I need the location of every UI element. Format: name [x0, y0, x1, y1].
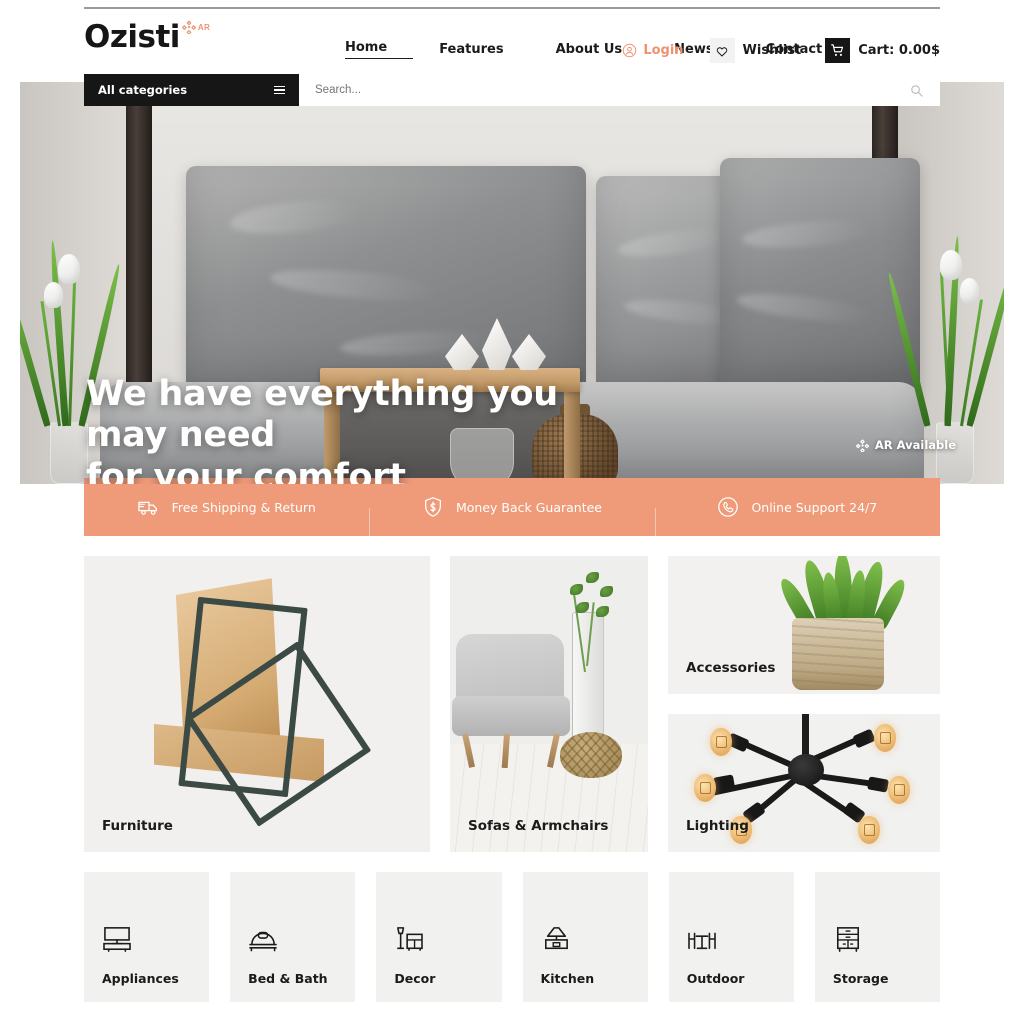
search-bar: All categories: [84, 74, 940, 106]
search-input[interactable]: [315, 84, 864, 96]
tile-decor-label: Decor: [394, 971, 436, 986]
ar-available-label: AR Available: [874, 438, 956, 452]
user-circle-icon: [623, 43, 637, 58]
ar-cube-icon: [181, 20, 196, 34]
cart-label: Cart: 0.00$: [858, 43, 940, 58]
ar-available-badge[interactable]: AR Available: [855, 438, 956, 452]
cart-button[interactable]: Cart: 0.00$: [825, 38, 940, 63]
tile-kitchen-label: Kitchen: [540, 971, 595, 986]
category-grid: Furniture Sofas & Armchairs Accessories …: [84, 556, 940, 852]
category-card-sofas[interactable]: Sofas & Armchairs: [450, 556, 648, 852]
hero-banner: We have everything you may need for your…: [20, 82, 1004, 484]
feature-free-shipping[interactable]: Free Shipping & Return: [84, 496, 369, 518]
category-right-column: Accessories Lighting: [668, 556, 940, 852]
tile-outdoor[interactable]: Outdoor: [668, 872, 794, 1002]
wishlist-button[interactable]: Wishlist: [709, 38, 802, 63]
phone-icon: [718, 497, 739, 517]
tile-appliances-label: Appliances: [102, 971, 179, 986]
category-card-accessories[interactable]: Accessories: [668, 556, 940, 694]
search-field[interactable]: [299, 74, 940, 106]
tile-storage-label: Storage: [832, 971, 889, 986]
brand-logo[interactable]: Ozisti AR: [84, 19, 211, 55]
hero-title-line-2: for your comfort: [86, 456, 406, 484]
tile-bed-and-bath[interactable]: Bed & Bath: [230, 872, 356, 1002]
cart-icon-box: [825, 38, 851, 63]
tulip-decoration-right: [885, 122, 1004, 484]
tile-storage[interactable]: Storage: [814, 872, 941, 1002]
category-tiles-row: Appliances Bed & Bath Decor Kitchen Outd…: [84, 872, 941, 1002]
feature-online-support-label: Online Support 24/7: [751, 499, 878, 515]
category-dropdown-label: All categories: [98, 83, 188, 97]
features-bar: Free Shipping & Return Money Back Guaran…: [84, 478, 940, 542]
category-card-furniture[interactable]: Furniture: [84, 556, 430, 852]
category-card-sofas-label: Sofas & Armchairs: [468, 818, 609, 834]
category-card-lighting-label: Lighting: [686, 818, 749, 834]
hero-copy: We have everything you may need for your…: [86, 374, 646, 484]
tile-outdoor-label: Outdoor: [686, 971, 745, 986]
brand-ar-badge: AR: [181, 20, 211, 34]
tile-kitchen[interactable]: Kitchen: [522, 872, 648, 1002]
login-label: Login: [643, 43, 684, 58]
feature-money-back[interactable]: Money Back Guarantee: [369, 496, 654, 542]
heart-icon-box: [709, 38, 735, 63]
heart-icon: [716, 46, 728, 56]
feature-money-back-label: Money Back Guarantee: [455, 499, 602, 515]
nav-item-features[interactable]: Features: [413, 42, 529, 57]
feature-free-shipping-label: Free Shipping & Return: [171, 499, 316, 515]
tile-decor[interactable]: Decor: [376, 872, 502, 1002]
tile-bed-and-bath-label: Bed & Bath: [248, 971, 328, 986]
feature-online-support[interactable]: Online Support 24/7: [654, 496, 940, 542]
nav-item-home[interactable]: Home: [345, 40, 414, 59]
patio-table-icon: [687, 926, 717, 957]
hamburger-menu-icon: [274, 85, 285, 95]
shopping-cart-icon: [831, 44, 844, 56]
hero-title-line-1: We have everything you may need: [86, 374, 558, 456]
wishlist-label: Wishlist: [742, 43, 802, 58]
bed-icon: [248, 926, 278, 957]
ar-label: AR: [197, 22, 211, 32]
header-top-divider: [84, 7, 940, 9]
brand-name: Ozisti: [84, 19, 180, 55]
tv-stand-icon: [102, 926, 132, 957]
category-card-furniture-label: Furniture: [102, 818, 173, 834]
cabinet-icon: [833, 926, 863, 957]
truck-icon: [137, 501, 157, 515]
ar-cube-icon: [855, 438, 869, 452]
category-card-accessories-label: Accessories: [686, 660, 776, 676]
login-button[interactable]: Login: [622, 43, 684, 58]
tile-appliances[interactable]: Appliances: [84, 872, 210, 1002]
search-icon[interactable]: [909, 83, 924, 98]
header-actions: Login Wishlist Cart: 0.00$: [622, 38, 940, 63]
lamp-dresser-icon: [394, 926, 424, 957]
site-header: Ozisti AR Home Features About Us News Co…: [0, 12, 1024, 68]
range-hood-icon: [541, 926, 571, 957]
category-card-lighting[interactable]: Lighting: [668, 714, 940, 852]
category-dropdown[interactable]: All categories: [84, 74, 299, 106]
shield-dollar-icon: [425, 497, 441, 517]
